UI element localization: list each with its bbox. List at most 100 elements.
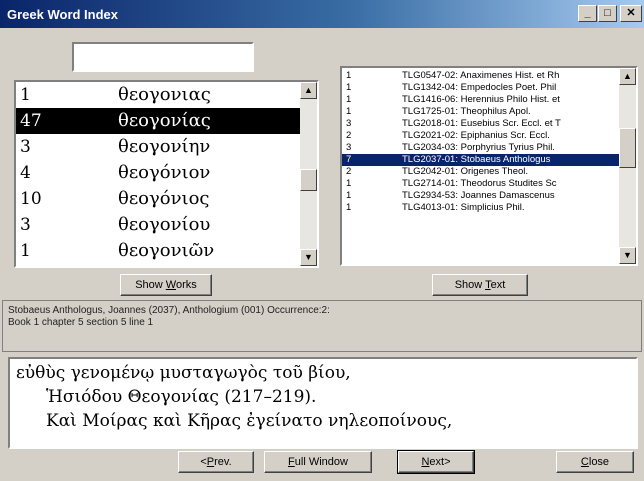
works-list-item[interactable]: 1 TLG2714-01: Theodorus Studites Sc: [342, 178, 636, 190]
work-title: TLG2934-53: Joannes Damascenus: [402, 190, 555, 201]
work-title: TLG1416-06: Herennius Philo Hist. et: [402, 94, 560, 105]
word-list-rows: 1 θεογονιας 47 θεογονίας 3 θεογονίην 4 θεογόνιο…: [16, 82, 317, 264]
title-bar[interactable]: Greek Word Index _ □ ✕: [0, 0, 644, 28]
word-list-item[interactable]: 1 θεογονιας: [16, 82, 317, 108]
arrow-down-icon: ▼: [623, 250, 632, 260]
button-label-accel: F: [288, 456, 295, 468]
maximize-button[interactable]: □: [598, 5, 617, 22]
text-pane[interactable]: εὐθὺς γενομένῳ μυσταγωγὸς τοῦ βίου, Ἡσιό…: [8, 357, 638, 449]
minimize-button[interactable]: _: [578, 5, 597, 22]
full-window-button[interactable]: Full Window: [264, 451, 372, 473]
works-list-item[interactable]: 2 TLG2021-02: Epiphanius Scr. Eccl.: [342, 130, 636, 142]
button-label: ull Window: [294, 456, 348, 468]
close-window-button[interactable]: ✕: [620, 5, 642, 22]
arrow-up-icon: ▲: [623, 71, 632, 81]
work-title: TLG2018-01: Eusebius Scr. Eccl. et T: [402, 118, 561, 129]
button-label: rev.: [214, 456, 232, 468]
scroll-thumb[interactable]: [300, 169, 317, 192]
occurrence-count: 1: [346, 70, 352, 81]
greek-word: θεογονίου: [118, 214, 211, 235]
works-list-item[interactable]: 1 TLG1416-06: Herennius Philo Hist. et: [342, 94, 636, 106]
scroll-up-button[interactable]: ▲: [619, 68, 636, 85]
greek-word: θεογόνιος: [118, 188, 210, 209]
work-title: TLG2021-02: Epiphanius Scr. Eccl.: [402, 130, 550, 141]
occurrence-count: 3: [346, 142, 352, 153]
works-list-item[interactable]: 1 TLG1342-04: Empedocles Poet. Phil: [342, 82, 636, 94]
button-label: lose: [588, 456, 610, 468]
works-list-rows: 1 TLG0547-02: Anaximenes Hist. et Rh 1 TLG1…: [342, 68, 636, 214]
citation-line: Book 1 chapter 5 section 5 line 1: [8, 317, 154, 328]
works-list[interactable]: 1 TLG0547-02: Anaximenes Hist. et Rh 1 TLG1…: [340, 66, 638, 266]
occurrence-count: 2: [346, 130, 352, 141]
close-icon: ✕: [626, 7, 636, 19]
word-count: 1: [20, 241, 31, 261]
works-list-scrollbar[interactable]: ▲ ▼: [619, 68, 636, 264]
scroll-thumb[interactable]: [619, 127, 636, 168]
maximize-icon: □: [604, 7, 611, 19]
occurrence-count: 1: [346, 106, 352, 117]
word-list-scrollbar[interactable]: ▲ ▼: [300, 82, 317, 266]
work-title: TLG2037-01: Stobaeus Anthologus: [402, 154, 551, 165]
greek-word: θεογονίην: [118, 136, 211, 157]
button-label: Show: [135, 279, 166, 291]
scroll-down-button[interactable]: ▼: [300, 249, 317, 266]
button-label: orks: [175, 279, 197, 291]
close-button[interactable]: Close: [556, 451, 634, 473]
work-title: TLG2042-01: Origenes Theol.: [402, 166, 529, 177]
search-input[interactable]: [72, 42, 254, 72]
button-label-accel: C: [580, 456, 589, 468]
occurrence-count: 1: [346, 190, 352, 201]
work-title: TLG2034-03: Porphyrius Tyrius Phil.: [402, 142, 555, 153]
occurrence-count: 2: [346, 166, 352, 177]
word-list-item[interactable]: 10 θεογόνιος: [16, 186, 317, 212]
show-works-button[interactable]: Show Works: [120, 274, 212, 296]
works-list-item[interactable]: 3 TLG2034-03: Porphyrius Tyrius Phil.: [342, 142, 636, 154]
works-list-item[interactable]: 1 TLG0547-02: Anaximenes Hist. et Rh: [342, 70, 636, 82]
occurrence-count: 1: [346, 202, 352, 213]
scroll-up-button[interactable]: ▲: [300, 82, 317, 99]
button-label: ext>: [429, 456, 451, 468]
word-list-item[interactable]: 4 θεογόνιον: [16, 160, 317, 186]
scroll-down-button[interactable]: ▼: [619, 247, 636, 264]
work-title: TLG1342-04: Empedocles Poet. Phil: [402, 82, 557, 93]
work-title: TLG2714-01: Theodorus Studites Sc: [402, 178, 557, 189]
occurrence-count: 1: [346, 94, 352, 105]
minimize-icon: _: [584, 7, 591, 19]
word-list[interactable]: 1 θεογονιας 47 θεογονίας 3 θεογονίην 4 θεογόνιο…: [14, 80, 319, 268]
word-count: 47: [20, 111, 42, 131]
work-title: TLG1725-01: Theophilus Apol.: [402, 106, 531, 117]
works-list-item[interactable]: 1 TLG4013-01: Simplicius Phil.: [342, 202, 636, 214]
greek-word: θεογονιῶν: [118, 240, 215, 261]
occurrence-count: 1: [346, 178, 352, 189]
greek-word: θεογονιας: [118, 84, 211, 105]
citation-line: Stobaeus Anthologus, Joannes (2037), Ant…: [8, 305, 330, 316]
citation-panel: Stobaeus Anthologus, Joannes (2037), Ant…: [2, 300, 642, 352]
word-count: 1: [20, 85, 31, 105]
works-list-item[interactable]: 1 TLG1725-01: Theophilus Apol.: [342, 106, 636, 118]
word-list-item[interactable]: 1 θεογονιῶν: [16, 238, 317, 264]
occurrence-count: 1: [346, 82, 352, 93]
arrow-up-icon: ▲: [304, 85, 313, 95]
text-line: Καὶ Μοίρας καὶ Κῆρας ἐγείνατο νηλεοποίνο…: [46, 411, 453, 431]
greek-word: θεογόνιον: [118, 162, 211, 183]
works-list-item[interactable]: 2 TLG2042-01: Origenes Theol.: [342, 166, 636, 178]
text-line: εὐθὺς γενομένῳ μυσταγωγὸς τοῦ βίου,: [16, 363, 351, 383]
word-count: 10: [20, 189, 42, 209]
button-label-accel: W: [165, 279, 176, 291]
show-text-button[interactable]: Show Text: [432, 274, 528, 296]
work-title: TLG4013-01: Simplicius Phil.: [402, 202, 525, 213]
prev-button[interactable]: <Prev.: [178, 451, 254, 473]
word-list-item[interactable]: 47 θεογονίας: [16, 108, 317, 134]
window-title: Greek Word Index: [7, 7, 119, 22]
next-button[interactable]: Next>: [397, 450, 475, 474]
word-list-item[interactable]: 3 θεογονίου: [16, 212, 317, 238]
works-list-item[interactable]: 3 TLG2018-01: Eusebius Scr. Eccl. et T: [342, 118, 636, 130]
works-list-item[interactable]: 7 TLG2037-01: Stobaeus Anthologus: [342, 154, 636, 166]
word-list-item[interactable]: 3 θεογονίην: [16, 134, 317, 160]
text-line: Ἡσιόδου Θεογονίας (217–219).: [46, 387, 317, 407]
works-list-item[interactable]: 1 TLG2934-53: Joannes Damascenus: [342, 190, 636, 202]
work-title: TLG0547-02: Anaximenes Hist. et Rh: [402, 70, 560, 81]
word-count: 3: [20, 137, 31, 157]
arrow-down-icon: ▼: [304, 252, 313, 262]
button-label: Show: [454, 279, 486, 291]
